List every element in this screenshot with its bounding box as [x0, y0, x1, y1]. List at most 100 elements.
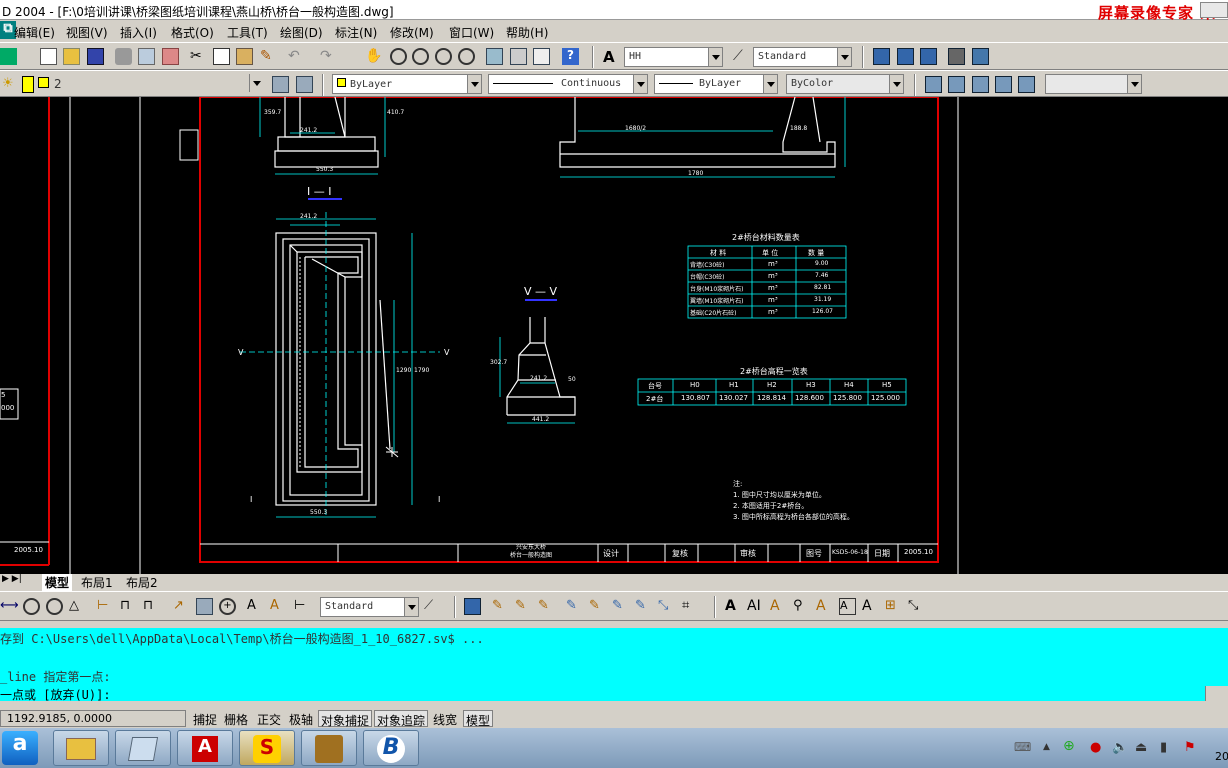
single-viewport-icon[interactable]	[948, 76, 965, 93]
dim-edit-icon[interactable]: A	[247, 598, 264, 615]
edit-attr-icon[interactable]: ✎	[492, 598, 509, 615]
command-input[interactable]: 一点或 [放弃(U)]:	[0, 686, 1205, 702]
minimize-button[interactable]	[1200, 2, 1228, 18]
center-mark-icon[interactable]: +	[219, 598, 236, 615]
edit-mtext-icon[interactable]: ✎	[635, 598, 652, 615]
polar-toggle[interactable]: 极轴	[287, 710, 315, 727]
paste-icon[interactable]	[236, 48, 253, 65]
dim-style-icon-2[interactable]: ⟋	[424, 598, 441, 615]
taskbar-autocad[interactable]: A	[177, 730, 233, 766]
layer-previous-icon[interactable]	[296, 76, 313, 93]
pan-icon[interactable]: ✋	[365, 48, 382, 65]
edit-hatch-icon[interactable]: ✎	[566, 598, 583, 615]
menu-edit[interactable]: 编辑(E)	[14, 24, 55, 41]
text-style-icon[interactable]: A	[603, 48, 620, 66]
dim-radius-icon[interactable]	[23, 598, 40, 615]
snap-toggle[interactable]: 捕捉	[191, 710, 219, 727]
new-icon[interactable]	[40, 48, 57, 65]
command-scrollbar[interactable]	[1205, 686, 1228, 701]
ucs-icon[interactable]	[873, 48, 890, 65]
leader-icon[interactable]: ↗	[173, 598, 190, 615]
text-style-select[interactable]: HH	[624, 47, 723, 67]
qq-icon[interactable]: ●	[1090, 740, 1101, 755]
edit-polyline-icon[interactable]: ✎	[515, 598, 532, 615]
quick-dim-icon[interactable]: ⊢	[97, 598, 114, 615]
ucs-origin-icon[interactable]	[972, 48, 989, 65]
preview-icon[interactable]	[138, 48, 155, 65]
object-viewport-icon[interactable]	[995, 76, 1012, 93]
edit-spline-icon[interactable]: ✎	[538, 598, 555, 615]
ortho-toggle[interactable]: 正交	[255, 710, 283, 727]
color-select[interactable]: ByLayer	[332, 74, 482, 94]
taskbar-explorer[interactable]	[53, 730, 109, 766]
undo-icon[interactable]: ↶	[288, 48, 305, 65]
mtext-icon[interactable]: A	[725, 598, 742, 615]
osnap-toggle[interactable]: 对象捕捉	[318, 710, 373, 728]
taskbar-notepad[interactable]	[115, 730, 171, 766]
zoom-in-icon[interactable]	[435, 48, 452, 65]
dim-text-edit-icon[interactable]: A	[270, 598, 287, 615]
tray-expand-icon[interactable]: ▲	[1043, 742, 1050, 752]
grid-toggle[interactable]: 栅格	[222, 710, 250, 727]
viewport-icon[interactable]	[925, 76, 942, 93]
tab-layout1[interactable]: 布局1	[81, 574, 113, 591]
single-text-icon[interactable]: AI	[747, 598, 764, 615]
scale-text-icon[interactable]: A	[862, 598, 879, 615]
taskbar-recorder[interactable]: S	[239, 730, 295, 766]
linetype-select[interactable]: Continuous	[488, 74, 648, 94]
menu-tools[interactable]: 工具(T)	[227, 24, 268, 41]
dim-linear-icon[interactable]: ⟷	[0, 598, 19, 615]
tray-plus-icon[interactable]: ⊕	[1063, 738, 1075, 754]
menu-dimension[interactable]: 标注(N)	[335, 24, 377, 41]
open-icon[interactable]	[63, 48, 80, 65]
layer-select[interactable]: 2	[50, 74, 265, 94]
menu-view[interactable]: 视图(V)	[66, 24, 108, 41]
tab-layout2[interactable]: 布局2	[126, 574, 158, 591]
otrack-toggle[interactable]: 对象追踪	[374, 710, 429, 728]
dim-diameter-icon[interactable]	[46, 598, 63, 615]
text-style-icon-2[interactable]: A	[839, 598, 856, 615]
find-icon[interactable]: ⚲	[793, 598, 810, 615]
zoom-realtime-icon[interactable]	[390, 48, 407, 65]
dim-style-select[interactable]: Standard	[753, 47, 852, 67]
named-ucs-icon[interactable]	[948, 48, 965, 65]
usb-icon[interactable]: ⏏	[1135, 740, 1147, 755]
design-center-icon[interactable]	[510, 48, 527, 65]
edit-multiline-icon[interactable]: ✎	[589, 598, 606, 615]
tab-nav-icon[interactable]: ▶ ▶|	[2, 574, 22, 584]
lineweight-toggle[interactable]: 线宽	[431, 710, 459, 727]
model-toggle[interactable]: 模型	[463, 710, 494, 728]
dim-style-select-2[interactable]: Standard	[320, 597, 419, 617]
dim-style-icon[interactable]: ⟋	[733, 48, 750, 65]
cad-icon[interactable]	[0, 48, 17, 65]
spell-icon[interactable]: A	[816, 598, 833, 615]
lineweight-select[interactable]: ByLayer	[654, 74, 778, 94]
cut-icon[interactable]: ✂	[190, 48, 207, 65]
network-icon[interactable]: ▮	[1160, 740, 1167, 755]
menu-format[interactable]: 格式(O)	[171, 24, 214, 41]
menu-insert[interactable]: 插入(I)	[120, 24, 157, 41]
dim-continue-icon[interactable]: ⊓	[143, 598, 160, 615]
clock[interactable]: 20	[1215, 750, 1228, 763]
volume-icon[interactable]: 🔈	[1112, 740, 1128, 755]
text-edit-icon[interactable]: A	[770, 598, 787, 615]
match-prop-icon[interactable]: ✎	[260, 48, 277, 65]
keyboard-icon[interactable]: ⌨	[1014, 740, 1031, 754]
help-icon[interactable]: ?	[562, 48, 579, 65]
redo-icon[interactable]: ↷	[320, 48, 337, 65]
taskbar-app[interactable]	[301, 730, 357, 766]
publish-icon[interactable]	[162, 48, 179, 65]
start-button[interactable]: a	[2, 731, 38, 765]
plotstyle-select[interactable]: ByColor	[786, 74, 904, 94]
edit-block-icon[interactable]: ⌗	[682, 598, 699, 615]
block-icon[interactable]	[464, 598, 481, 615]
copy-icon[interactable]	[213, 48, 230, 65]
zoom-previous-icon[interactable]	[458, 48, 475, 65]
dim-angular-icon[interactable]: △	[69, 598, 86, 615]
tolerance-icon[interactable]	[196, 598, 213, 615]
menu-window[interactable]: 窗口(W)	[449, 24, 494, 41]
print-icon[interactable]	[115, 48, 132, 65]
convert-space-icon[interactable]: ⤡	[908, 598, 925, 615]
taskbar-app2[interactable]: B	[363, 730, 419, 766]
menu-draw[interactable]: 绘图(D)	[280, 24, 323, 41]
